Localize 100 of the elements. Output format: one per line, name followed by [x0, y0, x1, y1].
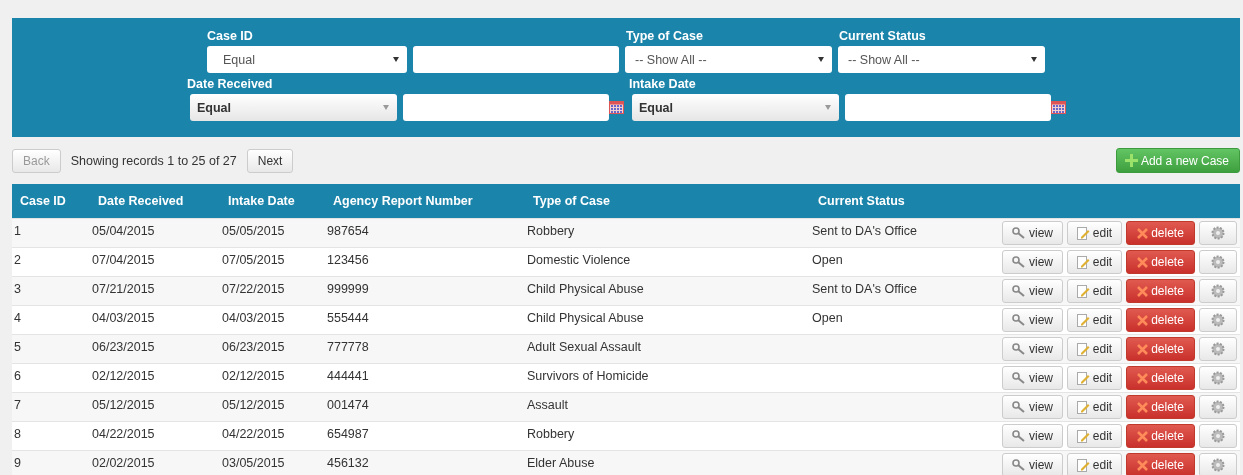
view-button[interactable]: view [1002, 424, 1063, 448]
view-button[interactable]: view [1002, 221, 1063, 245]
settings-icon [1211, 284, 1225, 298]
settings-icon [1211, 342, 1225, 356]
edit-button[interactable]: edit [1067, 395, 1122, 419]
calendar-icon[interactable] [1051, 101, 1066, 114]
settings-button[interactable] [1199, 337, 1237, 361]
operator-select[interactable]: Equal [207, 46, 407, 73]
table-cell-text: 987654 [326, 223, 370, 240]
delete-button[interactable]: delete [1126, 424, 1195, 448]
table-cell-text: Open [811, 252, 844, 269]
edit-button[interactable]: edit [1067, 279, 1122, 303]
filter-label: Intake Date [629, 77, 697, 92]
table-cell-text: Child Physical Abuse [526, 310, 645, 327]
table-cell-text: 123456 [326, 252, 370, 269]
edit-button[interactable]: edit [1067, 453, 1122, 475]
table-cell-text: 456132 [326, 455, 370, 472]
table-cell-text: 05/12/2015 [221, 397, 286, 414]
filter-input[interactable] [413, 46, 619, 73]
column-header: Current Status [817, 194, 906, 208]
settings-button[interactable] [1199, 395, 1237, 419]
edit-icon [1076, 429, 1090, 443]
filter-select[interactable]: -- Show All -- [838, 46, 1045, 73]
delete-button[interactable]: delete [1126, 279, 1195, 303]
search-icon [1012, 285, 1026, 297]
edit-icon [1076, 313, 1090, 327]
table-cell-text: Sent to DA's Office [811, 223, 918, 240]
table-cell-text: 3 [13, 281, 22, 298]
edit-button[interactable]: edit [1067, 337, 1122, 361]
table-cell-text: Survivors of Homicide [526, 368, 650, 385]
table-cell-text: 07/22/2015 [221, 281, 286, 298]
table-cell-text: 04/22/2015 [91, 426, 156, 443]
edit-icon [1076, 284, 1090, 298]
table-cell-text: 654987 [326, 426, 370, 443]
table-cell-text: 2 [13, 252, 22, 269]
table-cell-text: 444441 [326, 368, 370, 385]
table-cell-text: 04/03/2015 [91, 310, 156, 327]
date-input[interactable] [403, 94, 609, 121]
settings-button[interactable] [1199, 279, 1237, 303]
delete-button[interactable]: delete [1126, 453, 1195, 475]
delete-button[interactable]: delete [1126, 366, 1195, 390]
calendar-icon[interactable] [609, 101, 624, 114]
filter-label: Case ID [207, 29, 254, 44]
view-button[interactable]: view [1002, 453, 1063, 475]
search-icon [1012, 401, 1026, 413]
column-header: Intake Date [227, 194, 296, 208]
view-button[interactable]: view [1002, 279, 1063, 303]
table-cell-text: 7 [13, 397, 22, 414]
next-button[interactable]: Next [246, 148, 294, 173]
table-cell-text: 06/23/2015 [221, 339, 286, 356]
table-cell-text: 02/02/2015 [91, 455, 156, 472]
view-button[interactable]: view [1002, 308, 1063, 332]
table-cell-text: 04/22/2015 [221, 426, 286, 443]
column-header: Type of Case [532, 194, 611, 208]
table-cell-text: 02/12/2015 [91, 368, 156, 385]
delete-button[interactable]: delete [1126, 337, 1195, 361]
close-icon [1137, 314, 1149, 326]
settings-button[interactable] [1199, 250, 1237, 274]
operator-select[interactable]: Equal [190, 94, 397, 121]
table-cell-text: Adult Sexual Assault [526, 339, 642, 356]
edit-button[interactable]: edit [1067, 308, 1122, 332]
view-button[interactable]: view [1002, 366, 1063, 390]
table-cell-text: 555444 [326, 310, 370, 327]
delete-button[interactable]: delete [1126, 250, 1195, 274]
delete-button[interactable]: delete [1126, 308, 1195, 332]
table-cell-text: 05/12/2015 [91, 397, 156, 414]
edit-button[interactable]: edit [1067, 366, 1122, 390]
table-cell-text: Robbery [526, 223, 576, 240]
view-button[interactable]: view [1002, 250, 1063, 274]
edit-icon [1076, 371, 1090, 385]
date-input[interactable] [845, 94, 1051, 121]
settings-button[interactable] [1199, 221, 1237, 245]
edit-button[interactable]: edit [1067, 424, 1122, 448]
table-cell-text: 03/05/2015 [221, 455, 286, 472]
edit-button[interactable]: edit [1067, 221, 1122, 245]
settings-button[interactable] [1199, 424, 1237, 448]
settings-button[interactable] [1199, 453, 1237, 475]
view-button[interactable]: view [1002, 337, 1063, 361]
close-icon [1137, 459, 1149, 471]
close-icon [1137, 285, 1149, 297]
search-icon [1012, 372, 1026, 384]
delete-button[interactable]: delete [1126, 395, 1195, 419]
table-cell-text: Sent to DA's Office [811, 281, 918, 298]
table-cell-text: 001474 [326, 397, 370, 414]
close-icon [1137, 430, 1149, 442]
filter-select[interactable]: -- Show All -- [625, 46, 832, 73]
delete-button[interactable]: delete [1126, 221, 1195, 245]
settings-icon [1211, 371, 1225, 385]
edit-button[interactable]: edit [1067, 250, 1122, 274]
table-cell-text: 07/05/2015 [221, 252, 286, 269]
search-icon [1012, 459, 1026, 471]
search-icon [1012, 256, 1026, 268]
table-cell-text: Child Physical Abuse [526, 281, 645, 298]
operator-select[interactable]: Equal [632, 94, 839, 121]
view-button[interactable]: view [1002, 395, 1063, 419]
table-cell-text: 1 [13, 223, 22, 240]
settings-button[interactable] [1199, 308, 1237, 332]
settings-button[interactable] [1199, 366, 1237, 390]
table-cell-text: Domestic Violence [526, 252, 632, 269]
edit-icon [1076, 458, 1090, 472]
